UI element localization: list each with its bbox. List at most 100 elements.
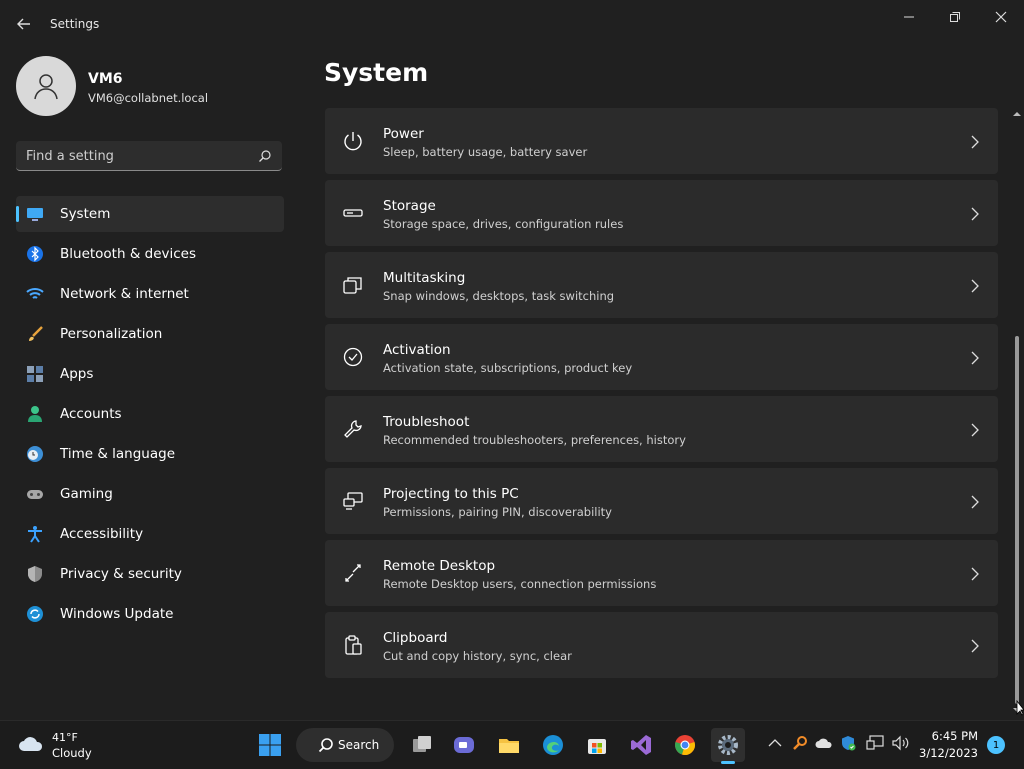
sidebar-item-label: System [60, 206, 111, 222]
microsoft-store-icon[interactable] [580, 728, 614, 762]
wrench-icon [342, 418, 364, 440]
sidebar-item-system[interactable]: System [16, 196, 284, 232]
sidebar-item-label: Accessibility [60, 526, 144, 542]
chevron-right-icon [970, 206, 980, 221]
card-title: Storage [383, 198, 436, 214]
sidebar-item-label: Accounts [60, 406, 122, 422]
sidebar-nav: System Bluetooth & devices Network & int… [16, 196, 284, 636]
task-view-icon[interactable] [405, 728, 439, 762]
search-icon[interactable] [258, 148, 272, 167]
remote-desktop-icon [342, 562, 364, 584]
sidebar-item-label: Network & internet [60, 286, 189, 302]
drive-icon [342, 202, 364, 224]
accessibility-icon [26, 525, 44, 543]
card-remote-desktop[interactable]: Remote Desktop Remote Desktop users, con… [325, 540, 998, 606]
sidebar-item-bluetooth[interactable]: Bluetooth & devices [16, 236, 284, 272]
sidebar-item-label: Gaming [60, 486, 113, 502]
sidebar-item-personalization[interactable]: Personalization [16, 316, 284, 352]
card-subtitle: Activation state, subscriptions, product… [383, 361, 633, 375]
card-subtitle: Storage space, drives, configuration rul… [383, 217, 624, 231]
card-title: Troubleshoot [383, 414, 470, 430]
volume-icon[interactable] [890, 733, 910, 753]
card-title: Clipboard [383, 630, 448, 646]
update-icon [26, 605, 44, 623]
sidebar-item-windows-update[interactable]: Windows Update [16, 596, 284, 632]
edge-browser-icon[interactable] [536, 728, 570, 762]
card-subtitle: Remote Desktop users, connection permiss… [383, 577, 657, 591]
sidebar-item-privacy-security[interactable]: Privacy & security [16, 556, 284, 592]
taskbar-search-button[interactable]: Search [296, 728, 394, 762]
taskbar-search-label: Search [338, 738, 380, 752]
card-troubleshoot[interactable]: Troubleshoot Recommended troubleshooters… [325, 396, 998, 462]
sidebar-item-apps[interactable]: Apps [16, 356, 284, 392]
avatar [16, 56, 76, 116]
sidebar-item-accounts[interactable]: Accounts [16, 396, 284, 432]
chevron-right-icon [970, 638, 980, 653]
weather-temperature[interactable]: 41°F [52, 731, 78, 744]
chrome-browser-icon[interactable] [668, 728, 702, 762]
card-activation[interactable]: Activation Activation state, subscriptio… [325, 324, 998, 390]
monitor-icon [26, 205, 44, 223]
maximize-button[interactable] [932, 6, 978, 28]
running-indicator [721, 761, 735, 764]
card-storage[interactable]: Storage Storage space, drives, configura… [325, 180, 998, 246]
check-circle-icon [342, 346, 364, 368]
page-title: System [324, 58, 429, 87]
brush-icon [26, 325, 44, 343]
card-power[interactable]: Power Sleep, battery usage, battery save… [325, 108, 998, 174]
card-projecting[interactable]: Projecting to this PC Permissions, pairi… [325, 468, 998, 534]
weather-description[interactable]: Cloudy [52, 746, 92, 760]
user-name: VM6 [88, 71, 123, 87]
shield-icon [26, 565, 44, 583]
title-bar: Settings [0, 0, 1024, 48]
file-explorer-icon[interactable] [492, 728, 526, 762]
user-email: VM6@collabnet.local [88, 91, 209, 105]
close-button[interactable] [978, 6, 1024, 28]
card-clipboard[interactable]: Clipboard Cut and copy history, sync, cl… [325, 612, 998, 678]
chevron-right-icon [970, 494, 980, 509]
minimize-button[interactable] [886, 6, 932, 28]
magnifier-tray-icon[interactable] [790, 733, 810, 753]
person-icon [26, 405, 44, 423]
sidebar-item-label: Bluetooth & devices [60, 246, 197, 262]
scrollbar-thumb[interactable] [1015, 336, 1019, 704]
clipboard-icon [342, 634, 364, 656]
sidebar-item-time-language[interactable]: Time & language [16, 436, 284, 472]
sidebar-item-gaming[interactable]: Gaming [16, 476, 284, 512]
cloud-icon[interactable] [16, 733, 46, 759]
sidebar-item-label: Personalization [60, 326, 163, 342]
card-subtitle: Permissions, pairing PIN, discoverabilit… [383, 505, 612, 519]
start-button[interactable] [253, 728, 287, 762]
security-shield-icon[interactable] [838, 733, 858, 753]
network-icon[interactable] [865, 733, 885, 753]
teams-chat-icon[interactable] [447, 728, 481, 762]
back-arrow-icon[interactable] [14, 14, 34, 34]
chevron-right-icon [970, 422, 980, 437]
settings-list: Power Sleep, battery usage, battery save… [325, 108, 998, 684]
sidebar-item-network[interactable]: Network & internet [16, 276, 284, 312]
clock-date[interactable]: 3/12/2023 [916, 746, 978, 760]
notification-badge[interactable]: 1 [987, 736, 1005, 754]
card-title: Power [383, 126, 424, 142]
window-title: Settings [50, 17, 100, 31]
card-multitasking[interactable]: Multitasking Snap windows, desktops, tas… [325, 252, 998, 318]
multitasking-icon [342, 274, 364, 296]
search-input[interactable] [16, 141, 258, 171]
settings-gear-icon[interactable] [711, 728, 745, 764]
taskbar: 41°F Cloudy Search 6:45 PM 3/12/2023 1 [0, 720, 1024, 769]
controller-icon [26, 485, 44, 503]
sidebar-item-accessibility[interactable]: Accessibility [16, 516, 284, 552]
onedrive-cloud-icon[interactable] [814, 733, 834, 753]
card-subtitle: Recommended troubleshooters, preferences… [383, 433, 686, 447]
bluetooth-icon [26, 245, 44, 263]
search-box[interactable] [16, 141, 282, 171]
sidebar-item-label: Time & language [60, 446, 176, 462]
clock-time[interactable]: 6:45 PM [926, 729, 978, 743]
power-icon [342, 130, 364, 152]
card-title: Multitasking [383, 270, 466, 286]
visual-studio-icon[interactable] [624, 728, 658, 762]
windows-logo-icon [259, 734, 281, 756]
apps-icon [26, 365, 44, 383]
chevron-up-icon[interactable] [765, 733, 785, 753]
search-icon [318, 737, 334, 757]
